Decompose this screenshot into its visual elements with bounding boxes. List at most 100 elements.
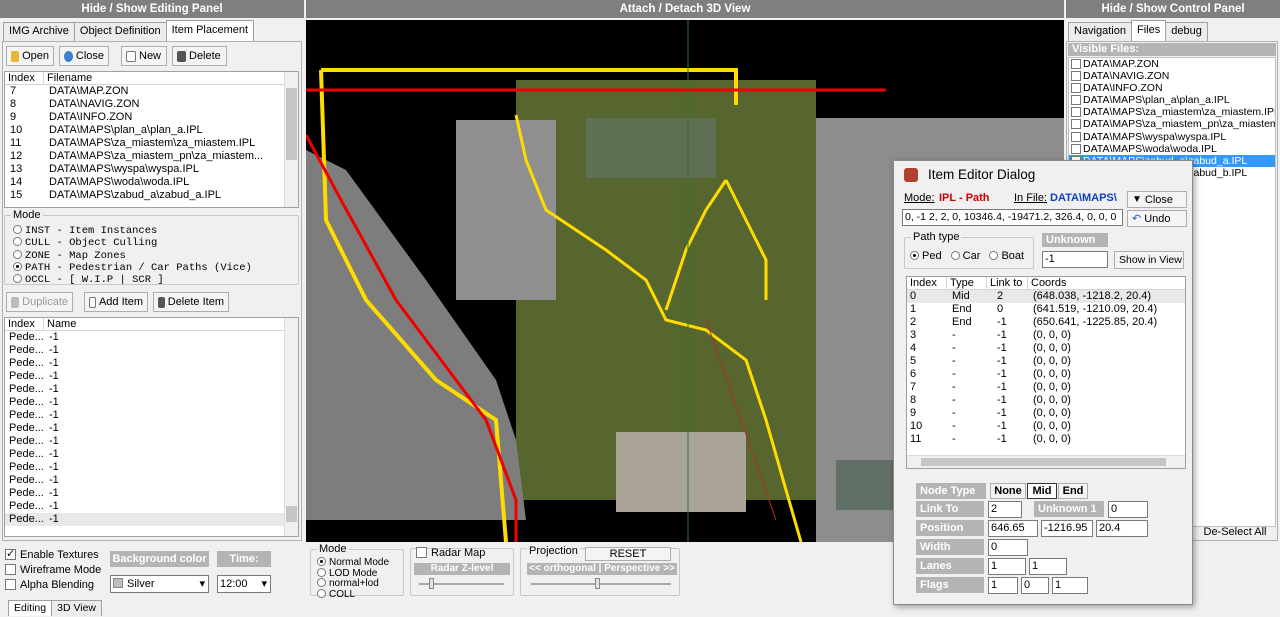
enable-textures-checkbox[interactable]: Enable Textures xyxy=(5,547,101,563)
slider-thumb[interactable] xyxy=(595,578,600,589)
table-row[interactable]: Pede... -1 xyxy=(5,474,298,487)
open-button[interactable]: Open xyxy=(6,46,54,66)
mode-option[interactable]: INST - Item Instances xyxy=(13,225,252,237)
list-item[interactable]: 12 DATA\MAPS\za_miastem_pn\za_miastem... xyxy=(5,150,298,163)
col-coords[interactable]: Coords xyxy=(1028,277,1178,289)
items-list[interactable]: Index Name Pede... -1 Pede... -1 Pede... -1 Ped… xyxy=(4,317,299,537)
col-filename[interactable]: Filename xyxy=(44,72,284,84)
bg-color-select[interactable]: Silver ▾ xyxy=(110,575,209,593)
show-in-view-button[interactable]: Show in View xyxy=(1114,251,1184,269)
mode-option[interactable]: CULL - Object Culling xyxy=(13,237,252,249)
tab-item-placement[interactable]: Item Placement xyxy=(165,20,255,41)
car-radio[interactable]: Car xyxy=(950,250,980,262)
checkbox-icon[interactable] xyxy=(1071,143,1081,154)
table-row[interactable]: Pede... -1 xyxy=(5,357,298,370)
checkbox-icon[interactable] xyxy=(1071,131,1081,142)
render-mode-option[interactable]: LOD Mode xyxy=(317,567,389,579)
dialog-close-button[interactable]: ▼ Close xyxy=(1127,191,1187,208)
toggle-control-panel-bar[interactable]: Hide / Show Control Panel xyxy=(1066,0,1280,18)
list-item[interactable]: 15 DATA\MAPS\zabud_a\zabud_a.IPL xyxy=(5,189,298,202)
checkbox-icon[interactable] xyxy=(1071,95,1081,106)
table-row[interactable]: Pede... -1 xyxy=(5,487,298,500)
list-item[interactable]: 13 DATA\MAPS\wyspa\wyspa.IPL xyxy=(5,163,298,176)
items-scrollbar[interactable] xyxy=(284,318,298,536)
node-type-end-button[interactable]: End xyxy=(1058,483,1088,499)
node-type-none-button[interactable]: None xyxy=(990,483,1026,499)
alpha-blending-checkbox[interactable]: Alpha Blending xyxy=(5,578,101,593)
checkbox-icon[interactable] xyxy=(1071,107,1081,118)
mode-option[interactable]: PATH - Pedestrian / Car Paths (Vice) xyxy=(13,261,252,274)
position-x-field[interactable]: 646.65 xyxy=(988,520,1038,537)
nodes-list[interactable]: Index Type Link to Coords 0 Mid 2 (648.038, -1… xyxy=(906,276,1186,469)
delete-button[interactable]: Delete xyxy=(172,46,227,66)
visible-file-item[interactable]: DATA\MAPS\za_miastem_pn\za_miastem_p xyxy=(1069,118,1275,130)
table-row[interactable]: Pede... -1 xyxy=(5,370,298,383)
dialog-titlebar[interactable]: Item Editor Dialog xyxy=(894,161,1192,189)
table-row[interactable]: 2 End -1 (650.641, -1225.85, 20.4) xyxy=(907,316,1185,329)
node-type-mid-button[interactable]: Mid xyxy=(1027,483,1057,499)
radar-map-checkbox[interactable]: Radar Map xyxy=(416,547,485,559)
projection-slider[interactable] xyxy=(531,578,671,589)
checkbox-icon[interactable] xyxy=(1071,71,1081,82)
undo-button[interactable]: ↶ Undo xyxy=(1127,210,1187,227)
tab-files[interactable]: Files xyxy=(1130,20,1167,41)
unknown1-field[interactable]: 0 xyxy=(1108,501,1148,518)
col-index[interactable]: Index xyxy=(5,318,44,330)
table-row[interactable]: Pede... -1 xyxy=(5,383,298,396)
col-index[interactable]: Index xyxy=(907,277,947,289)
ped-radio[interactable]: Ped xyxy=(910,250,942,262)
tab-img-archive[interactable]: IMG Archive xyxy=(3,22,75,41)
table-row[interactable]: Pede... -1 xyxy=(5,461,298,474)
wireframe-checkbox[interactable]: Wireframe Mode xyxy=(5,563,101,578)
visible-file-item[interactable]: DATA\MAPS\za_miastem\za_miastem.IPL xyxy=(1069,106,1275,118)
nodes-hscrollbar[interactable] xyxy=(907,455,1185,468)
files-scroll-thumb[interactable] xyxy=(286,88,297,160)
checkbox-icon[interactable] xyxy=(1071,119,1081,130)
visible-file-item[interactable]: DATA\MAPS\woda\woda.IPL xyxy=(1069,143,1275,155)
table-row[interactable]: 11 - -1 (0, 0, 0) xyxy=(907,433,1185,446)
table-row[interactable]: Pede... -1 xyxy=(5,513,298,526)
new-button[interactable]: New xyxy=(121,46,167,66)
table-row[interactable]: Pede... -1 xyxy=(5,500,298,513)
toggle-editing-panel-bar[interactable]: Hide / Show Editing Panel xyxy=(0,0,304,18)
table-row[interactable]: 3 - -1 (0, 0, 0) xyxy=(907,329,1185,342)
table-row[interactable]: 4 - -1 (0, 0, 0) xyxy=(907,342,1185,355)
boat-radio[interactable]: Boat xyxy=(989,250,1024,262)
unknown-field[interactable]: -1 xyxy=(1042,251,1108,268)
render-mode-option[interactable]: COLL xyxy=(317,588,389,600)
visible-file-item[interactable]: DATA\MAP.ZON xyxy=(1069,58,1275,70)
visible-file-item[interactable]: DATA\MAPS\wyspa\wyspa.IPL xyxy=(1069,131,1275,143)
mode-option[interactable]: OCCL - [ W.I.P | SCR ] xyxy=(13,274,252,286)
list-item[interactable]: 9 DATA\INFO.ZON xyxy=(5,111,298,124)
deselect-all-button[interactable]: De-Select All xyxy=(1194,524,1276,540)
col-name[interactable]: Name xyxy=(44,318,284,330)
list-item[interactable]: 8 DATA\NAVIG.ZON xyxy=(5,98,298,111)
list-item[interactable]: 14 DATA\MAPS\woda\woda.IPL xyxy=(5,176,298,189)
delete-item-button[interactable]: Delete Item xyxy=(153,292,229,312)
render-mode-option[interactable]: Normal Mode xyxy=(317,557,389,568)
slider-thumb[interactable] xyxy=(429,578,434,589)
list-item[interactable]: 10 DATA\MAPS\plan_a\plan_a.IPL xyxy=(5,124,298,137)
duplicate-button[interactable]: Duplicate xyxy=(6,292,73,312)
tab-object-definition[interactable]: Object Definition xyxy=(73,22,167,41)
radar-z-slider[interactable] xyxy=(419,578,504,589)
flags-b-field[interactable]: 0 xyxy=(1021,577,1049,594)
files-list[interactable]: Index Filename 7 DATA\MAP.ZON 8 DATA\NAVIG.Z… xyxy=(4,71,299,208)
table-row[interactable]: Pede... -1 xyxy=(5,435,298,448)
add-item-button[interactable]: Add Item xyxy=(84,292,148,312)
time-select[interactable]: 12:00 ▾ xyxy=(217,575,271,593)
table-row[interactable]: Pede... -1 xyxy=(5,331,298,344)
items-scroll-thumb[interactable] xyxy=(286,506,297,522)
mode-option[interactable]: ZONE - Map Zones xyxy=(13,249,252,262)
hscroll-thumb[interactable] xyxy=(921,458,1166,466)
lanes-b-field[interactable]: 1 xyxy=(1029,558,1067,575)
col-type[interactable]: Type xyxy=(947,277,987,289)
checkbox-icon[interactable] xyxy=(1071,83,1081,94)
link-to-field[interactable]: 2 xyxy=(988,501,1022,518)
tab-debug[interactable]: debug xyxy=(1165,22,1208,41)
table-row[interactable]: Pede... -1 xyxy=(5,422,298,435)
table-row[interactable]: 7 - -1 (0, 0, 0) xyxy=(907,381,1185,394)
position-y-field[interactable]: -1216.95 xyxy=(1041,520,1093,537)
tab-editing[interactable]: Editing xyxy=(8,600,53,616)
checkbox-icon[interactable] xyxy=(1071,59,1081,69)
